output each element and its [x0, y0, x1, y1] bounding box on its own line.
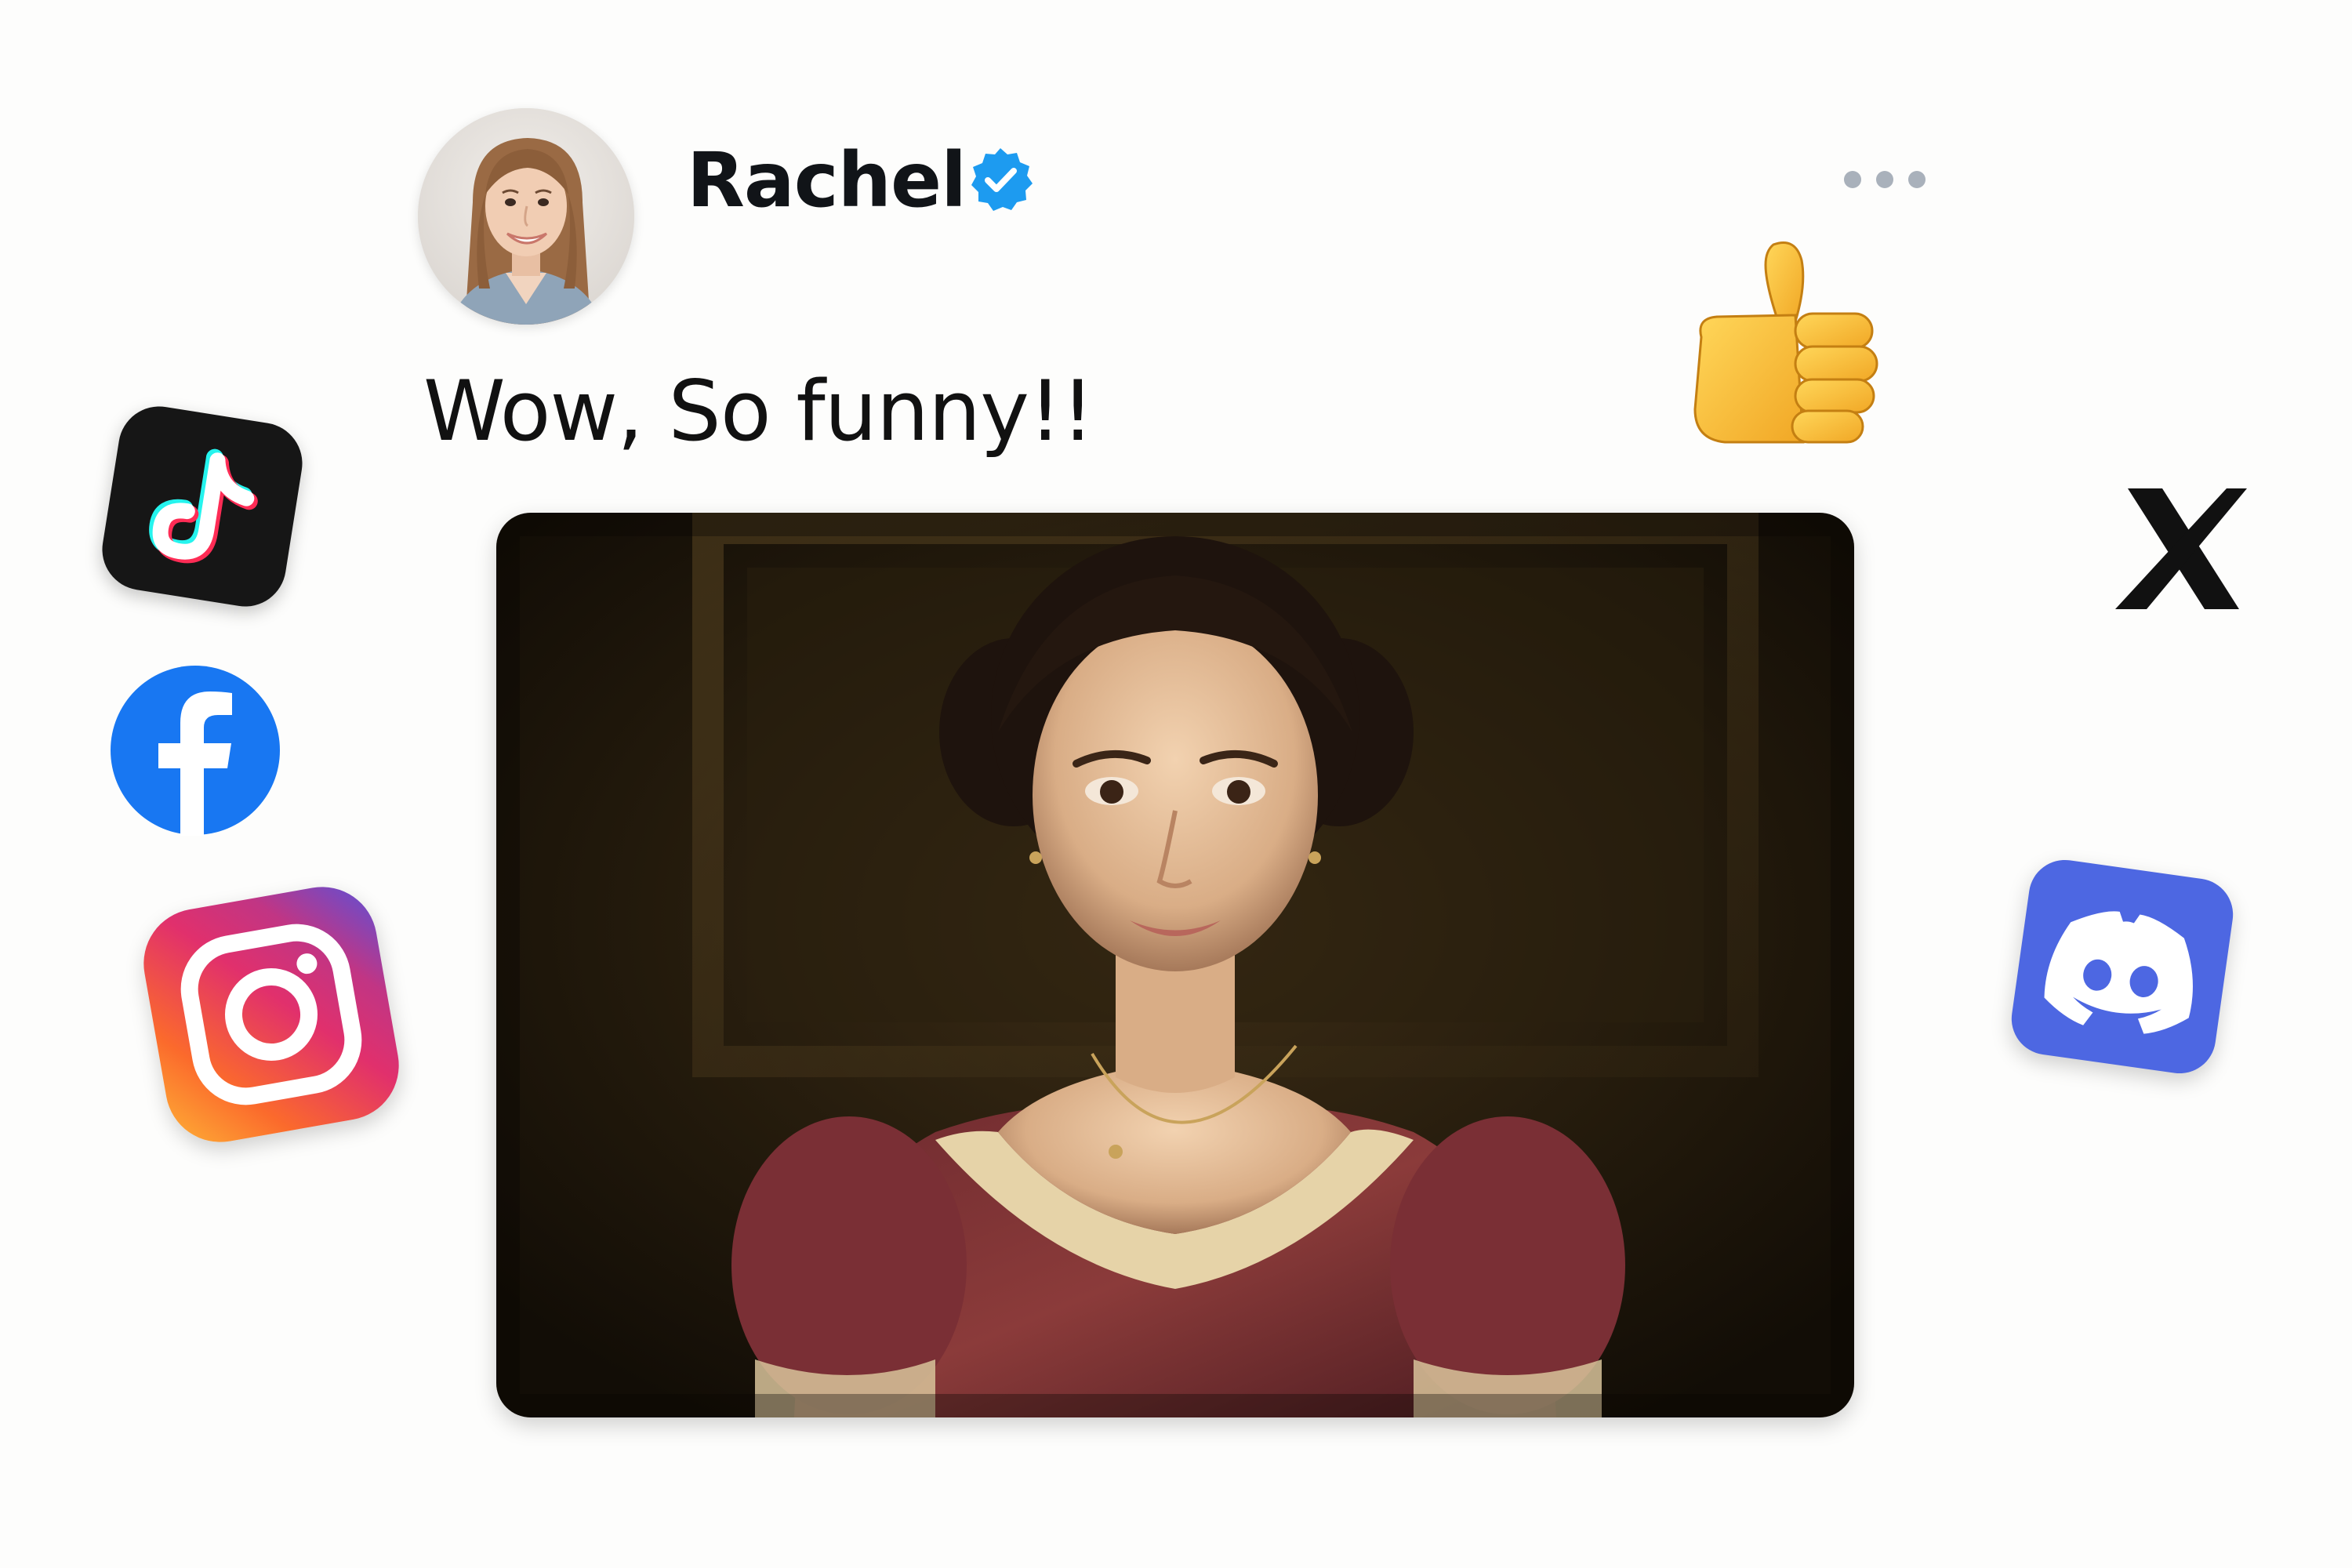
- facebook-icon[interactable]: [110, 665, 281, 836]
- user-avatar-photo: [418, 108, 634, 325]
- menu-dot: [1908, 171, 1926, 188]
- post-text: Wow, So funny!!: [423, 363, 1094, 459]
- discord-icon[interactable]: [2006, 855, 2238, 1079]
- author-avatar[interactable]: [418, 108, 634, 325]
- menu-dot: [1876, 171, 1893, 188]
- thumbs-up-emoji[interactable]: [1678, 237, 1889, 456]
- instagram-icon[interactable]: [135, 878, 408, 1151]
- author-name[interactable]: Rachel: [687, 129, 967, 231]
- more-options-icon[interactable]: [1844, 160, 1926, 199]
- menu-dot: [1844, 171, 1861, 188]
- post-image[interactable]: [496, 513, 1854, 1417]
- x-icon[interactable]: [2101, 474, 2258, 623]
- verified-badge-icon: [967, 146, 1034, 213]
- vintage-portrait-photo: [496, 513, 1854, 1417]
- tiktok-icon[interactable]: [96, 400, 309, 613]
